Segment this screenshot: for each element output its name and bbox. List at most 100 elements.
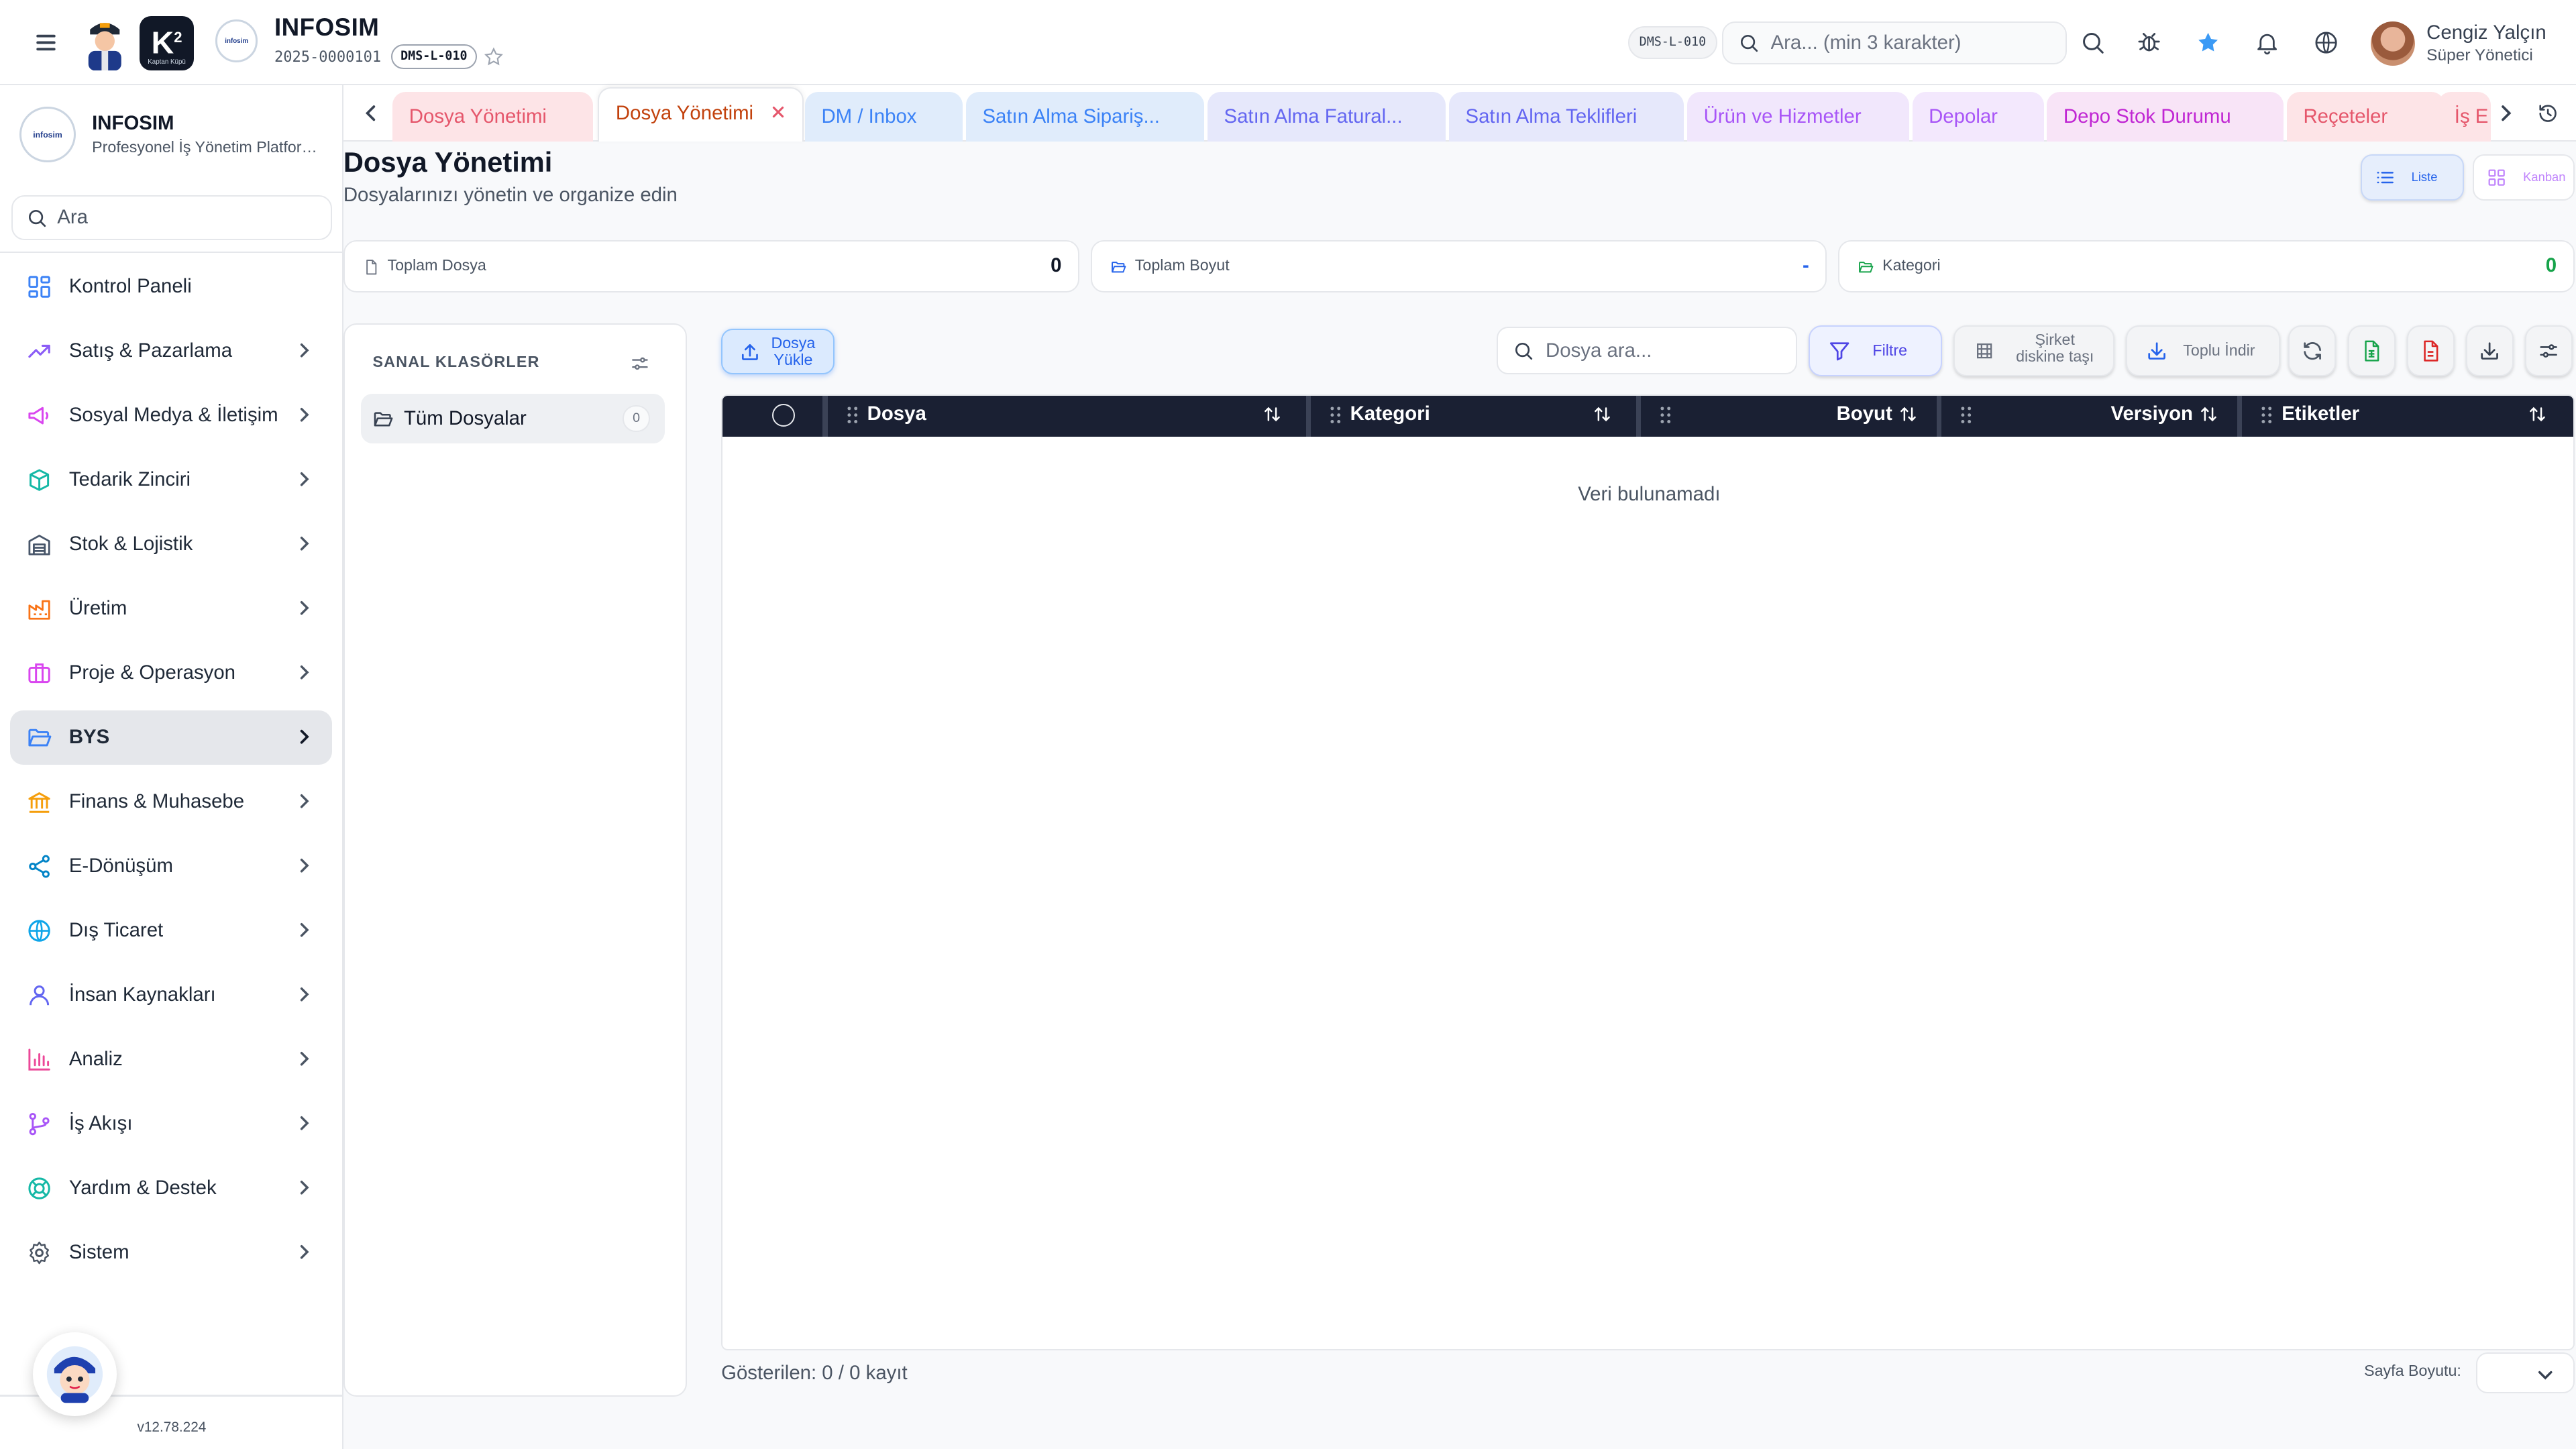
bulk-download-button[interactable]: Toplu İndir: [2126, 325, 2281, 376]
close-icon[interactable]: [771, 105, 786, 119]
move-to-company-disk-button[interactable]: Şirket diskine taşı: [1953, 325, 2114, 376]
chevron-right-icon: [300, 665, 309, 680]
filter-label: Filtre: [1872, 341, 1908, 359]
sort-icon[interactable]: [2528, 405, 2546, 423]
bug-icon[interactable]: [2136, 30, 2162, 56]
search-icon[interactable]: [2080, 30, 2106, 56]
sort-icon[interactable]: [2200, 405, 2218, 423]
empty-state-message: Veri bulunamadı: [1578, 482, 1721, 505]
sidebar-item-tedarik-zinciri[interactable]: Tedarik Zinciri: [10, 453, 332, 507]
drag-handle-icon[interactable]: [1329, 405, 1342, 425]
download-button[interactable]: [2465, 325, 2514, 376]
column-header-etiketler[interactable]: Etiketler: [2242, 396, 2573, 437]
chevron-right-icon: [300, 407, 309, 422]
table-header: Dosya Kategori Boyut Versiyon Etiketler: [722, 395, 2573, 437]
column-resizer[interactable]: [1305, 395, 1311, 437]
user-name[interactable]: Cengiz Yalçın: [2426, 21, 2546, 44]
view-list-button[interactable]: Liste: [2361, 154, 2465, 201]
company-code: 2025-0000101: [274, 49, 382, 66]
column-resizer[interactable]: [2237, 395, 2243, 437]
sidebar-item-insan-kaynaklari[interactable]: İnsan Kaynakları: [10, 968, 332, 1022]
filter-button[interactable]: Filtre: [1809, 325, 1942, 376]
page-size-select[interactable]: [2475, 1352, 2575, 1393]
stat-value: -: [1802, 254, 1809, 277]
sort-icon[interactable]: [1263, 405, 1281, 423]
file-search[interactable]: [1497, 327, 1798, 375]
sidebar-item-yardim-destek[interactable]: Yardım & Destek: [10, 1161, 332, 1216]
drag-handle-icon[interactable]: [846, 405, 859, 425]
settings-sliders-icon[interactable]: [629, 353, 651, 374]
export-excel-button[interactable]: [2347, 325, 2396, 376]
export-pdf-button[interactable]: [2406, 325, 2455, 376]
sidebar-item-sistem[interactable]: Sistem: [10, 1226, 332, 1280]
list-icon: [2377, 171, 2394, 184]
star-filled-icon[interactable]: [2195, 30, 2221, 56]
tab-satin-alma-siparis[interactable]: Satın Alma Sipariş...: [965, 92, 1205, 142]
lifebuoy-icon: [28, 1177, 50, 1199]
tab-depolar[interactable]: Depolar: [1912, 92, 2044, 142]
sidebar-search[interactable]: [11, 195, 332, 240]
history-icon[interactable]: [2536, 102, 2559, 125]
file-search-input[interactable]: [1546, 339, 1784, 362]
download-icon: [2481, 342, 2499, 360]
menu-icon[interactable]: [30, 26, 62, 59]
sidebar-item-uretim[interactable]: Üretim: [10, 582, 332, 636]
tab-depo-stok-durumu[interactable]: Depo Stok Durumu: [2047, 92, 2284, 142]
sidebar-item-analiz[interactable]: Analiz: [10, 1032, 332, 1087]
avatar[interactable]: [2370, 21, 2416, 66]
drag-handle-icon[interactable]: [1960, 405, 1973, 425]
column-resizer[interactable]: [1635, 395, 1642, 437]
drag-handle-icon[interactable]: [2260, 405, 2273, 425]
sidebar-item-sosyal-medya[interactable]: Sosyal Medya & İletişim: [10, 388, 332, 443]
sort-icon[interactable]: [1899, 405, 1917, 423]
column-resizer[interactable]: [822, 395, 828, 437]
tab-satin-alma-teklifleri[interactable]: Satın Alma Teklifleri: [1449, 92, 1684, 142]
global-search[interactable]: [1721, 21, 2067, 64]
sidebar-item-bys[interactable]: BYS: [9, 710, 332, 765]
virtual-folders-panel: SANAL KLASÖRLER Tüm Dosyalar 0: [343, 323, 687, 1397]
chevron-left-icon[interactable]: [362, 103, 381, 123]
column-header-versiyon[interactable]: Versiyon: [1941, 396, 2237, 437]
chevron-right-icon: [300, 794, 309, 808]
upload-file-button[interactable]: Dosya Yükle: [721, 328, 835, 375]
column-header-boyut[interactable]: Boyut: [1641, 396, 1937, 437]
tab-receteler[interactable]: Reçeteler: [2286, 92, 2445, 142]
tab-dm-inbox[interactable]: DM / Inbox: [804, 92, 963, 142]
chevron-right-icon: [300, 922, 309, 937]
sort-icon[interactable]: [1593, 405, 1611, 423]
view-list-label: Liste: [2411, 170, 2438, 184]
column-header-dosya[interactable]: Dosya: [828, 396, 1306, 437]
view-kanban-button[interactable]: Kanban: [2472, 154, 2575, 201]
tab-is-e[interactable]: İş E: [2438, 92, 2491, 142]
bar-chart-icon: [28, 1048, 50, 1071]
refresh-button[interactable]: [2288, 325, 2337, 376]
sidebar-item-is-akisi[interactable]: İş Akışı: [10, 1097, 332, 1151]
global-search-input[interactable]: [1770, 31, 2050, 54]
sidebar-item-label: Finans & Muhasebe: [68, 790, 245, 813]
select-column-header: [722, 396, 822, 437]
globe-icon[interactable]: [2313, 30, 2339, 56]
page-size-label: Sayfa Boyutu:: [2364, 1362, 2461, 1380]
assistant-avatar-button[interactable]: [32, 1332, 117, 1417]
sidebar-item-proje-operasyon[interactable]: Proje & Operasyon: [10, 646, 332, 700]
select-all-checkbox[interactable]: [771, 403, 795, 427]
tab-satin-alma-fatura[interactable]: Satın Alma Fatural...: [1208, 92, 1446, 142]
drag-handle-icon[interactable]: [1659, 405, 1672, 425]
sidebar-item-kontrol-paneli[interactable]: Kontrol Paneli: [10, 260, 332, 314]
sidebar-item-dis-ticaret[interactable]: Dış Ticaret: [10, 904, 332, 958]
tab-dosya-yonetimi[interactable]: Dosya Yönetimi: [392, 92, 594, 142]
star-outline-icon[interactable]: [483, 46, 504, 68]
column-settings-button[interactable]: [2525, 325, 2573, 376]
tab-dosya-yonetimi-active[interactable]: Dosya Yönetimi: [598, 87, 804, 142]
sidebar-item-finans-muhasebe[interactable]: Finans & Muhasebe: [10, 775, 332, 829]
sidebar-item-e-donusum[interactable]: E-Dönüşüm: [10, 839, 332, 894]
sidebar-item-satis-pazarlama[interactable]: Satış & Pazarlama: [10, 324, 332, 378]
folder-item-all-files[interactable]: Tüm Dosyalar 0: [361, 394, 665, 443]
sidebar-search-input[interactable]: [57, 206, 321, 229]
bell-icon[interactable]: [2254, 30, 2280, 56]
sidebar-item-stok-lojistik[interactable]: Stok & Lojistik: [10, 517, 332, 572]
column-resizer[interactable]: [1936, 395, 1942, 437]
column-header-kategori[interactable]: Kategori: [1311, 396, 1636, 437]
chevron-right-icon[interactable]: [2496, 103, 2515, 123]
tab-urun-hizmetler[interactable]: Ürün ve Hizmetler: [1687, 92, 1909, 142]
